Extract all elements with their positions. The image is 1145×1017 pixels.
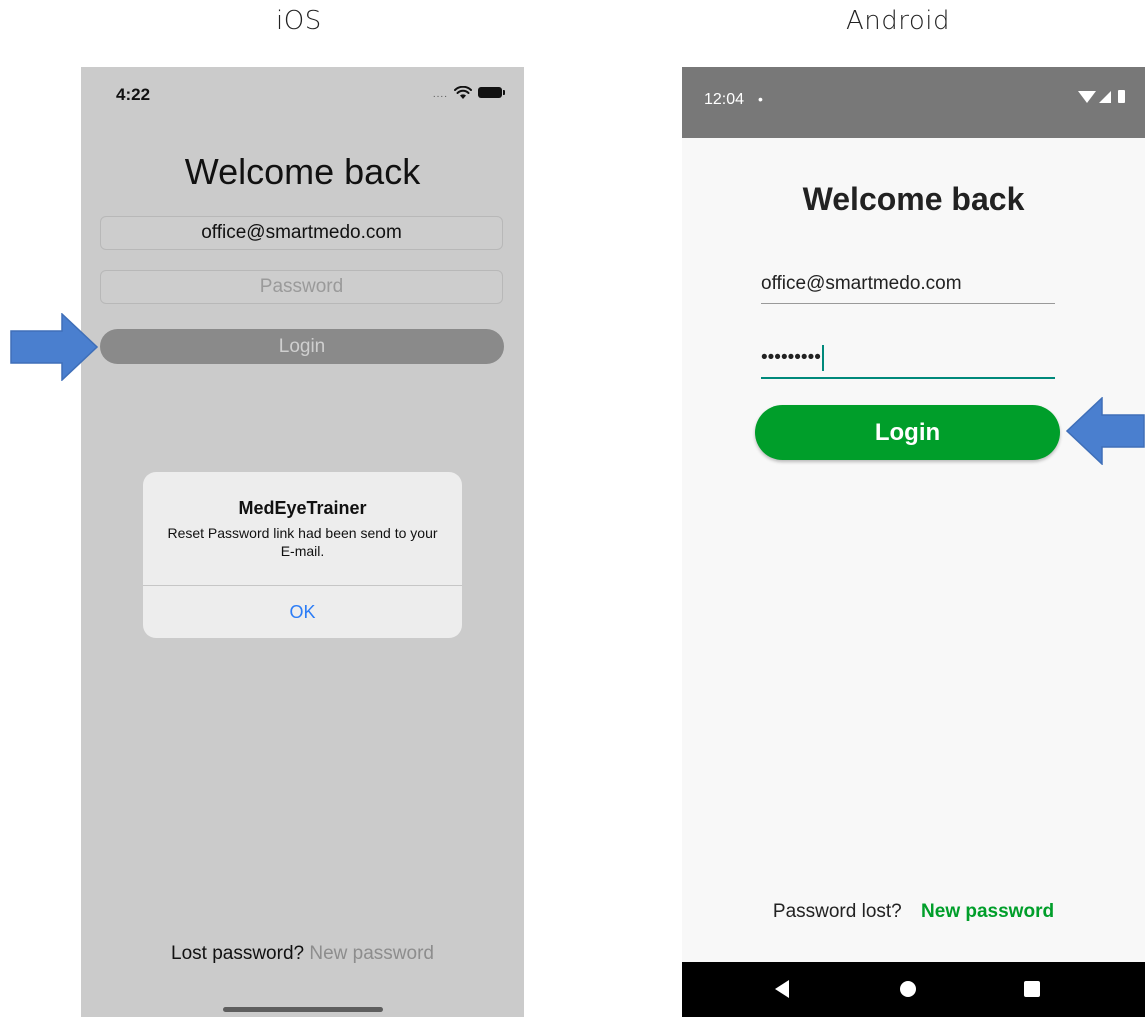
text-cursor [821,345,824,371]
arrow-right-icon [10,313,98,381]
home-indicator[interactable] [223,1007,383,1012]
home-button[interactable] [893,974,923,1004]
home-icon [900,981,916,997]
android-footer: Password lost? New password [682,901,1145,923]
arrow-left-icon [1066,397,1145,465]
back-icon [775,980,789,998]
login-button[interactable]: Login [755,405,1060,460]
ios-screen: 4:22 .... Welcome back office@smartmedo.… [81,67,524,1017]
alert-dialog: MedEyeTrainer Reset Password link had be… [143,472,462,638]
password-field[interactable]: Password [100,270,503,304]
signal-icon [1099,91,1111,103]
ios-footer: Lost password? New password [81,943,524,965]
ios-status-time: 4:22 [116,85,151,104]
recents-icon [1024,981,1040,997]
alert-title: MedEyeTrainer [238,498,367,518]
recents-button[interactable] [1017,974,1047,1004]
ios-caption: iOS [276,6,322,36]
alert-message: Reset Password link had been send to you… [167,525,438,559]
new-password-link[interactable]: New password [309,943,434,964]
password-field[interactable]: ••••••••• [761,339,1055,379]
ios-status-icons: .... [432,85,505,100]
android-nav-bar [682,962,1145,1017]
notification-dot-icon: • [758,91,763,107]
battery-icon [478,87,505,98]
password-value: ••••••••• [761,347,821,368]
cellular-dots-icon: .... [432,89,448,100]
new-password-link[interactable]: New password [921,901,1054,922]
login-button[interactable]: Login [100,329,504,364]
android-status-icons [1078,90,1125,103]
email-field[interactable]: office@smartmedo.com [100,216,503,250]
wifi-icon [1078,91,1096,103]
page-title: Welcome back [802,181,1025,217]
alert-ok-button[interactable]: OK [143,586,462,638]
android-status-time: 12:04 [704,91,745,108]
android-caption: Android [846,6,951,36]
lost-password-label: Password lost? [772,901,902,922]
battery-icon [1118,90,1125,103]
back-button[interactable] [767,974,797,1004]
page-title: Welcome back [184,151,421,192]
lost-password-label: Lost password? [171,943,305,964]
android-status-bar: 12:04 • [682,67,1145,138]
email-field[interactable]: office@smartmedo.com [761,273,1055,304]
wifi-icon [454,85,472,99]
android-screen: 12:04 • Welcome back office@smartmedo.co… [682,67,1145,1017]
